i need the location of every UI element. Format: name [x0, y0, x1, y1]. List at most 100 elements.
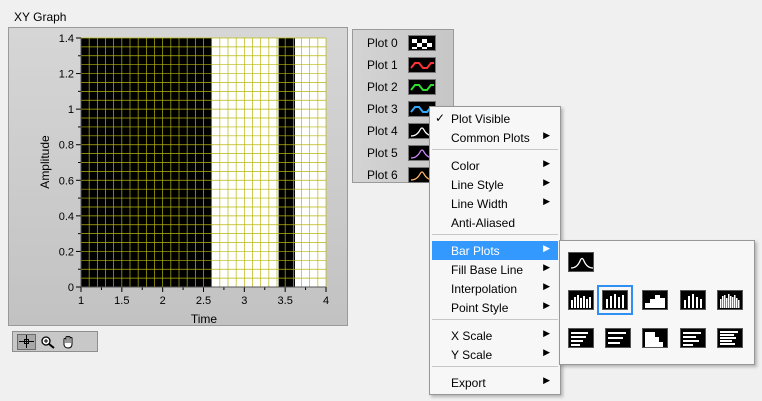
- pan-hand-icon: [63, 335, 73, 349]
- x-axis-label: Time: [191, 312, 218, 326]
- submenu-arrow-icon: ▶: [543, 130, 550, 140]
- bar-plot-option-6[interactable]: [568, 328, 594, 348]
- bar-plot-option-7[interactable]: [605, 328, 631, 348]
- menu-item-label: Interpolation: [451, 282, 518, 296]
- y-tick-label: 0: [68, 282, 74, 294]
- menu-separator: [432, 366, 558, 367]
- legend-item-plot-2[interactable]: Plot 2: [353, 76, 453, 98]
- submenu-arrow-icon: ▶: [543, 243, 550, 253]
- y-tick-label: 1.4: [59, 33, 74, 45]
- pan-button[interactable]: [59, 334, 78, 350]
- legend-label: Plot 4: [367, 124, 398, 138]
- menu-item-label: Point Style: [451, 301, 509, 315]
- plot-style-icon: [412, 39, 432, 49]
- legend-label: Plot 6: [367, 168, 398, 182]
- bar-plot-option-2[interactable]: [597, 285, 633, 315]
- menu-item-color[interactable]: Color ▶: [432, 156, 558, 175]
- y-tick-label: 0.6: [59, 175, 74, 187]
- crosshair-cursor-button[interactable]: [17, 333, 36, 350]
- x-tick-label: 4: [323, 295, 329, 307]
- bar-plots-palette: [559, 240, 755, 365]
- menu-item-y-scale[interactable]: Y Scale ▶: [432, 345, 558, 364]
- menu-item-plot-visible[interactable]: ✓ Plot Visible: [432, 109, 558, 128]
- y-tick-label: 0.2: [59, 246, 74, 258]
- plot-style-swatch[interactable]: [408, 79, 436, 95]
- submenu-arrow-icon: ▶: [543, 328, 550, 338]
- submenu-arrow-icon: ▶: [543, 281, 550, 291]
- zoom-icon: [41, 335, 55, 349]
- bar-plot-option-10[interactable]: [717, 328, 743, 348]
- menu-item-label: Anti-Aliased: [451, 216, 516, 230]
- submenu-arrow-icon: ▶: [543, 177, 550, 187]
- x-tick-label: 3: [241, 295, 247, 307]
- menu-separator: [432, 234, 558, 235]
- plot-style-swatch[interactable]: [408, 35, 436, 51]
- legend-label: Plot 2: [367, 80, 398, 94]
- vertical-bars-full-icon: [571, 295, 591, 308]
- x-tick-label: 3.5: [278, 295, 293, 307]
- menu-item-bar-plots[interactable]: Bar Plots ▶: [432, 241, 558, 260]
- bar-plot-option-0[interactable]: [568, 252, 594, 272]
- plot-style-icon: [410, 84, 434, 91]
- crosshair-cursor-icon: [19, 335, 34, 348]
- legend-item-plot-1[interactable]: Plot 1: [353, 54, 453, 76]
- legend-label: Plot 1: [367, 58, 398, 72]
- plot-context-menu: ✓ Plot Visible Common Plots ▶ Color ▶ Line Sty…: [429, 106, 561, 395]
- xy-graph: 1 1.5 2 2.5 3 3.5 4 0 0.2 0.4 0.6 0.8 1 1.2 1.4 Time …: [8, 27, 348, 326]
- menu-item-label: Export: [451, 376, 486, 390]
- menu-item-label: Fill Base Line: [451, 263, 524, 277]
- horizontal-bars-dense-icon: [720, 331, 738, 345]
- submenu-arrow-icon: ▶: [543, 196, 550, 206]
- menu-item-label: Line Width: [451, 197, 508, 211]
- submenu-arrow-icon: ▶: [543, 158, 550, 168]
- menu-item-label: X Scale: [451, 329, 493, 343]
- no-bars-icon: [570, 257, 593, 269]
- legend-label: Plot 5: [367, 146, 398, 160]
- y-axis-label: Amplitude: [38, 135, 52, 189]
- menu-separator: [432, 149, 558, 150]
- menu-item-label: Bar Plots: [451, 244, 500, 258]
- horizontal-bars-full-icon: [571, 332, 588, 346]
- menu-item-x-scale[interactable]: X Scale ▶: [432, 326, 558, 345]
- submenu-arrow-icon: ▶: [543, 347, 550, 357]
- menu-item-label: Color: [451, 159, 480, 173]
- menu-item-label: Plot Visible: [451, 112, 511, 126]
- x-tick-label: 2: [160, 295, 166, 307]
- bar-plot-option-9[interactable]: [680, 328, 706, 348]
- vertical-bars-dense-icon: [720, 294, 740, 308]
- menu-item-export[interactable]: Export ▶: [432, 373, 558, 392]
- plot-canvas[interactable]: 1 1.5 2 2.5 3 3.5 4 00.20.40.60.811.21.4 Time …: [9, 28, 349, 327]
- vertical-bars-spaced-icon: [606, 294, 624, 308]
- plot-style-swatch[interactable]: [408, 57, 436, 73]
- x-tick-label: 2.5: [196, 295, 211, 307]
- horizontal-bars-spaced-icon: [608, 332, 626, 344]
- bar-plot-option-5[interactable]: [717, 290, 743, 310]
- bar-plot-option-8[interactable]: [642, 328, 668, 348]
- submenu-arrow-icon: ▶: [543, 300, 550, 310]
- bar-plot-option-1[interactable]: [568, 290, 594, 310]
- legend-label: Plot 0: [367, 36, 398, 50]
- y-tick-label: 1.2: [59, 69, 74, 81]
- menu-item-common-plots[interactable]: Common Plots ▶: [432, 128, 558, 147]
- vertical-bars-narrow-icon: [684, 294, 702, 308]
- graph-palette: [12, 331, 98, 352]
- y-tick-label: 0.8: [59, 140, 74, 152]
- zoom-button[interactable]: [38, 334, 57, 350]
- menu-item-fill-base-line[interactable]: Fill Base Line ▶: [432, 260, 558, 279]
- menu-item-anti-aliased[interactable]: Anti-Aliased: [432, 213, 558, 232]
- menu-item-label: Common Plots: [451, 131, 530, 145]
- checkmark-icon: ✓: [435, 111, 446, 125]
- horizontal-bars-stepped-icon: [645, 332, 663, 347]
- plot-style-icon: [410, 62, 434, 69]
- bar-plot-option-3[interactable]: [642, 290, 668, 310]
- menu-item-line-style[interactable]: Line Style ▶: [432, 175, 558, 194]
- menu-item-line-width[interactable]: Line Width ▶: [432, 194, 558, 213]
- menu-item-label: Line Style: [451, 178, 504, 192]
- vertical-bars-stepped-icon: [645, 295, 665, 308]
- menu-item-point-style[interactable]: Point Style ▶: [432, 298, 558, 317]
- graph-title: XY Graph: [14, 10, 67, 24]
- menu-item-interpolation[interactable]: Interpolation ▶: [432, 279, 558, 298]
- legend-item-plot-0[interactable]: Plot 0: [353, 32, 453, 54]
- bar-plot-option-4[interactable]: [680, 290, 706, 310]
- submenu-arrow-icon: ▶: [543, 375, 550, 385]
